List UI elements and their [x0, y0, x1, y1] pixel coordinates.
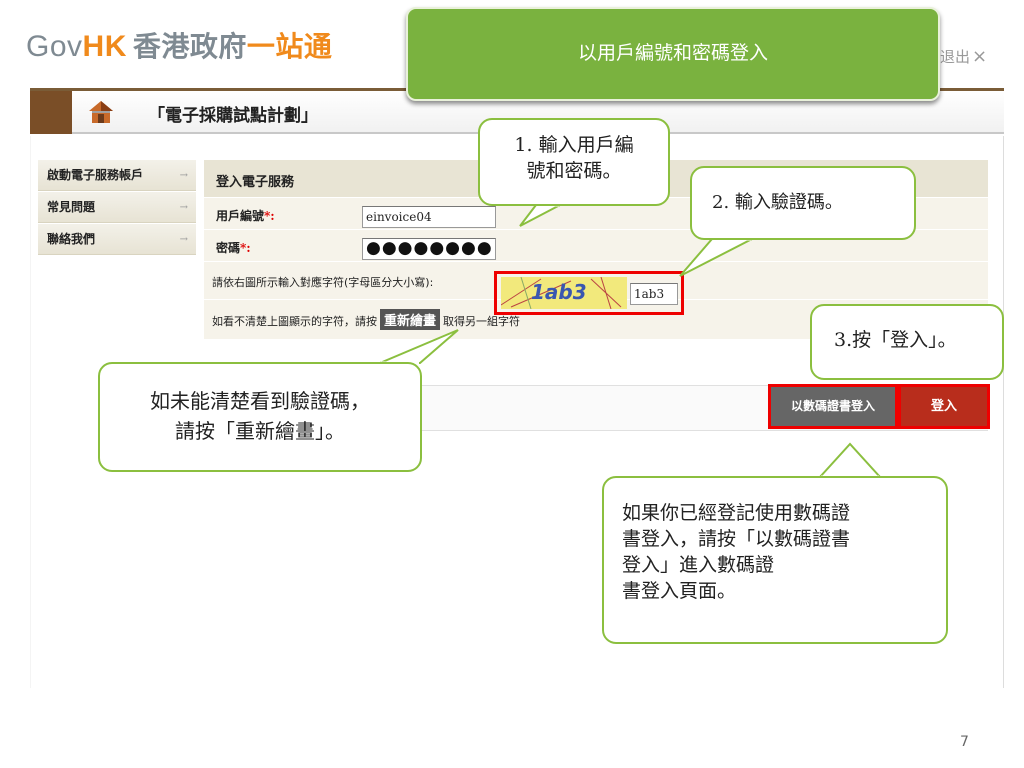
login-button[interactable]: 登入 — [898, 384, 990, 429]
redraw-prefix: 如看不清楚上圖顯示的字符，請按 — [212, 315, 377, 328]
page-number: 7 — [960, 734, 969, 750]
cert-callout-line2: 書登入，請按「以數碼證書 — [622, 528, 851, 550]
redraw-callout-line2: 請按「重新繪畫」。 — [175, 419, 345, 443]
cert-callout-line3: 登入」進入數碼證 — [622, 554, 775, 576]
close-icon: × — [972, 46, 988, 67]
logout-link[interactable]: 退出 × — [940, 46, 987, 67]
form-heading: 登入電子服務 — [216, 175, 295, 190]
cert-login-button[interactable]: 以數碼證書登入 — [768, 384, 898, 429]
step1-line1: 1. 輸入用戶編 — [514, 134, 634, 156]
logo-one-stop-text: 一站通 — [246, 30, 333, 63]
cert-callout-line1: 如果你已經登記使用數碼證 — [622, 502, 851, 524]
cert-callout-line4: 書登入頁面。 — [622, 580, 737, 602]
password-label: 密碼*: — [216, 241, 251, 255]
logo-gov-text: Gov — [26, 30, 83, 63]
sidebar-item-activate-account[interactable]: 啟動電子服務帳戶 → — [38, 160, 196, 191]
arrow-right-icon: → — [179, 234, 188, 245]
service-title: 「電子採購試點計劃」 — [148, 106, 318, 126]
logo-hk-text: HK — [82, 30, 127, 63]
logout-label: 退出 — [940, 48, 971, 66]
sidebar-item-label: 聯絡我們 — [47, 232, 96, 246]
logo-chinese-text: 香港政府 — [132, 30, 247, 63]
password-input[interactable]: ●●●●●●●● — [362, 238, 496, 260]
govhk-logo[interactable]: GovHK 香港政府一站通 — [26, 26, 332, 68]
arrow-right-icon: → — [179, 170, 188, 181]
sidebar-item-label: 常見問題 — [47, 200, 96, 214]
redraw-suffix: 取得另一組字符 — [443, 315, 521, 328]
captcha-label: 請依右圖所示輸入對應字符(字母區分大小寫): — [212, 276, 434, 289]
redraw-button[interactable]: 重新繪畫 — [380, 309, 441, 330]
redraw-instruction: 如看不清楚上圖顯示的字符，請按 重新繪畫 取得另一組字符 — [212, 309, 520, 330]
arrow-right-icon: → — [179, 202, 188, 213]
redraw-callout-line1: 如未能清楚看到驗證碼， — [150, 389, 370, 413]
redraw-callout: 如未能清楚看到驗證碼， 請按「重新繪畫」。 — [98, 362, 422, 472]
required-mark: *: — [264, 209, 275, 223]
sidebar-item-label: 啟動電子服務帳戶 — [47, 168, 144, 182]
user-id-label: 用戶編號*: — [216, 209, 275, 223]
sidebar-menu: 啟動電子服務帳戶 → 常見問題 → 聯絡我們 → — [38, 160, 196, 256]
title-callout: 以用戶編號和密碼登入 — [406, 7, 940, 101]
user-id-input[interactable]: einvoice04 — [362, 206, 496, 228]
captcha-input[interactable]: 1ab3 — [630, 283, 678, 305]
cert-callout: 如果你已經登記使用數碼證 書登入，請按「以數碼證書 登入」進入數碼證 書登入頁面… — [602, 476, 948, 644]
step1-callout: 1. 輸入用戶編 號和密碼。 — [478, 118, 670, 206]
sidebar-item-faq[interactable]: 常見問題 → — [38, 192, 196, 223]
house-icon — [89, 101, 113, 123]
service-bar-accent — [30, 91, 72, 134]
captcha-text: 1ab3 — [531, 280, 587, 304]
step3-callout: 3.按「登入」。 — [810, 304, 1004, 380]
step1-line2: 號和密碼。 — [526, 160, 622, 182]
required-mark: *: — [240, 241, 251, 255]
step2-callout: 2. 輸入驗證碼。 — [690, 166, 916, 240]
sidebar-item-contact[interactable]: 聯絡我們 → — [38, 224, 196, 255]
captcha-image: 1ab3 — [501, 277, 627, 309]
